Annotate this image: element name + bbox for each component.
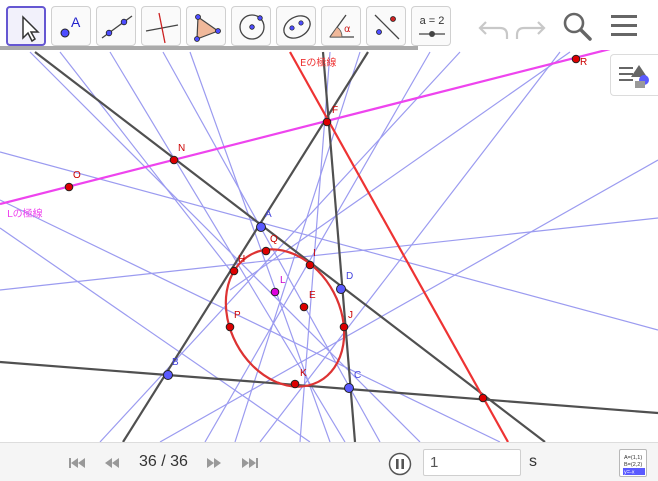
point-O[interactable]: O [64,170,81,192]
perpendicular-line-icon [145,12,179,44]
main-menu-button[interactable] [606,8,642,44]
svg-text:D: D [346,271,353,282]
slider-tool-label: a = 2 [420,15,445,27]
perpendicular-line-tool-button[interactable] [141,6,181,46]
polygon-tool-button[interactable] [186,6,226,46]
skip-to-start-icon [69,458,85,468]
point-D[interactable]: D [336,271,354,294]
speed-input[interactable] [423,449,521,476]
polar-line-L [0,50,611,206]
point-icon: A [60,14,81,38]
redo-button[interactable] [512,8,548,44]
quadrilateral-lines [0,51,658,442]
svg-text:C: C [354,370,361,381]
circle-tool-button[interactable] [231,6,271,46]
construction-canvas[interactable]: Eの極線 Lの極線 A B C D E F H I J K N O P Q R … [0,50,658,442]
algebra-line-2: B=(2,2) [624,462,642,468]
skip-to-end-icon [242,458,258,468]
pencil-line [0,199,501,442]
pencil-line [259,51,561,442]
next-step-button[interactable] [203,453,225,473]
style-bar-toggle-icon [619,65,649,88]
first-step-button[interactable] [66,453,88,473]
line-BC [0,360,658,415]
step-forward-icon [207,458,221,468]
undo-button[interactable] [476,8,512,44]
pencil-line [229,51,571,291]
search-icon [563,12,592,41]
pencil-line [0,217,658,291]
previous-step-button[interactable] [102,453,124,473]
conic-five-points-icon [283,15,311,39]
angle-tool-label: α [344,24,351,35]
algebra-view-icon: A=(1,1) B=(2,2) y=-x [623,455,645,476]
pencil-line [0,227,311,442]
point-tool-label: A [71,14,81,30]
undo-icon [478,21,509,39]
geogebra-app: A α a = 2 Eの極線 Lの極線 A B C D E F H I J K … [0,0,658,481]
slider-tool-button[interactable]: a = 2 [411,6,451,46]
last-step-button[interactable] [239,453,261,473]
speed-unit-label: s [529,453,537,470]
step-counter: 36 / 36 [139,453,188,470]
svg-text:A: A [265,209,272,220]
algebra-view-button[interactable]: A=(1,1) B=(2,2) y=-x [619,449,647,477]
svg-text:R: R [580,57,587,68]
construction-protocol-navigation: 36 / 36 s A=(1,1) B [0,442,658,481]
svg-text:H: H [238,254,245,265]
svg-text:P: P [234,310,241,321]
circle-center-point-icon [239,14,265,40]
conic-tool-button[interactable] [276,6,316,46]
pause-button[interactable] [388,452,412,476]
polar-line-E [289,51,509,442]
search-button[interactable] [559,8,595,44]
angle-tool-button[interactable]: α [321,6,361,46]
svg-text:Q: Q [270,234,278,245]
algebra-line-3: y=-x [624,470,635,476]
svg-text:J: J [348,310,353,321]
polygon-icon [194,14,221,42]
polar-L-label: Lの極線 [7,207,43,220]
move-tool-button[interactable] [6,6,46,46]
pencil-line [109,51,346,442]
point-N[interactable]: N [169,143,185,165]
reflect-about-line-icon [374,14,400,40]
graphics-view[interactable]: Eの極線 Lの極線 A B C D E F H I J K N O P Q R … [0,50,658,442]
svg-text:I: I [313,248,316,259]
line-through-points-icon [101,15,133,39]
svg-text:N: N [178,143,185,154]
algebra-line-1: A=(1,1) [624,455,642,461]
reflect-tool-button[interactable] [366,6,406,46]
redo-icon [515,21,546,39]
cursor-arrow-icon [22,15,40,43]
svg-text:B: B [172,357,179,368]
point-unlabeled[interactable] [478,393,488,403]
angle-icon: α [329,14,354,38]
slider-icon: a = 2 [419,15,445,37]
step-back-icon [105,458,119,468]
pencil-line [159,159,658,442]
svg-text:K: K [300,368,307,379]
svg-text:O: O [73,170,81,181]
point-R[interactable]: R [571,54,587,68]
toolbar: A α a = 2 [0,0,658,50]
pause-icon [388,452,412,476]
line-tool-button[interactable] [96,6,136,46]
point-A[interactable]: A [256,209,273,232]
svg-text:L: L [280,275,286,286]
point-E[interactable]: E [299,290,316,312]
pencil-line [189,51,331,442]
pencil-line [59,51,231,271]
svg-text:F: F [332,105,338,116]
hamburger-menu-icon [611,15,637,36]
pencil-lines [0,51,658,442]
point-tool-button[interactable]: A [51,6,91,46]
polar-E-label: Eの極線 [300,56,336,69]
svg-text:E: E [309,290,316,301]
style-bar-toggle-button[interactable] [610,54,658,96]
